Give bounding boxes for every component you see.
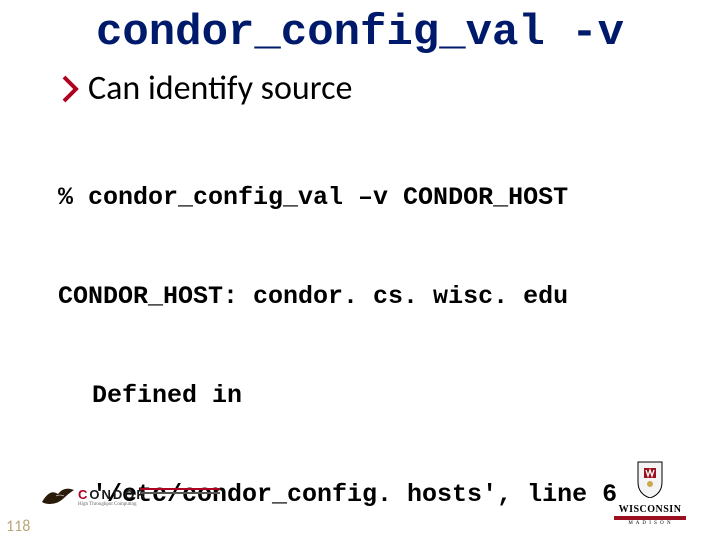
wisconsin-logo-sub: M A D I S O N <box>614 521 686 526</box>
bullet-row: Can identify source <box>62 68 720 109</box>
chevron-icon <box>62 75 82 103</box>
crest-icon <box>634 458 666 498</box>
condor-logo: CONDOR High Throughput Computing <box>40 484 148 508</box>
code-line-2: CONDOR_HOST: condor. cs. wisc. edu <box>58 280 680 313</box>
page-number: 118 <box>6 517 30 536</box>
footer: CONDOR High Throughput Computing WISCONS… <box>0 462 720 540</box>
wisconsin-rule <box>614 516 686 520</box>
eagle-icon <box>40 484 76 508</box>
bullet-text: Can identify source <box>88 68 352 109</box>
code-line-3: Defined in <box>58 379 680 412</box>
slide: condor_config_val -v Can identify source… <box>0 0 720 540</box>
slide-title: condor_config_val -v <box>0 0 720 58</box>
condor-logo-sub: High Throughput Computing <box>78 502 148 507</box>
footer-divider <box>140 486 220 496</box>
wisconsin-logo: WISCONSIN M A D I S O N <box>614 458 686 526</box>
wisconsin-logo-text: WISCONSIN <box>614 504 686 515</box>
condor-logo-text-wrap: CONDOR High Throughput Computing <box>76 486 148 507</box>
code-line-1: % condor_config_val –v CONDOR_HOST <box>58 181 680 214</box>
condor-logo-text: CONDOR <box>78 487 148 502</box>
